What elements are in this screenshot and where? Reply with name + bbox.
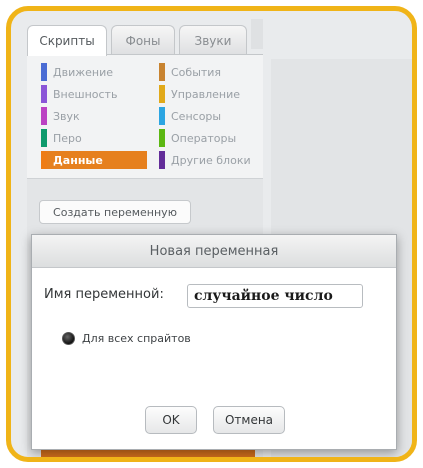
category-sound[interactable]: Звук [41,107,80,125]
radio-label: Для всех спрайтов [82,332,191,345]
ok-button[interactable]: OK [145,406,197,434]
category-label: Звук [53,109,80,123]
variable-name-input[interactable] [187,284,363,308]
window-frame: Скрипты Фоны Звуки Движение Внешность Зв… [6,6,417,462]
category-color-bar [41,85,47,103]
category-color-bar [159,85,165,103]
tab-sounds[interactable]: Звуки [179,25,247,55]
category-color-bar [159,129,165,147]
category-label: Операторы [171,131,237,145]
new-variable-dialog: Новая переменная Имя переменной: Для все… [31,234,397,450]
category-color-bar [41,151,47,169]
category-color-bar [41,129,47,147]
category-label: Сенсоры [171,109,222,123]
category-color-bar [159,151,165,169]
category-color-bar [41,107,47,125]
category-operators[interactable]: Операторы [159,129,236,147]
category-label: События [171,65,222,79]
variable-name-label: Имя переменной: [44,287,164,302]
category-label: Управление [171,87,241,101]
category-label: Данные [53,153,103,167]
for-all-sprites-option[interactable]: Для всех спрайтов [62,332,191,345]
tab-backdrops[interactable]: Фоны [111,25,175,55]
category-label: Другие блоки [171,153,251,167]
category-more-blocks[interactable]: Другие блоки [159,151,251,169]
category-color-bar [159,63,165,81]
category-looks[interactable]: Внешность [41,85,117,103]
create-variable-button[interactable]: Создать переменную [39,200,191,224]
category-control[interactable]: Управление [159,85,240,103]
category-palette: Движение Внешность Звук Перо Данные Собы… [27,55,263,179]
radio-selected-icon[interactable] [62,332,75,345]
category-events[interactable]: События [159,63,221,81]
category-color-bar [41,63,47,81]
tab-scripts[interactable]: Скрипты [27,25,107,56]
category-sensing[interactable]: Сенсоры [159,107,221,125]
category-color-bar [159,107,165,125]
category-label: Движение [53,65,114,79]
category-data[interactable]: Данные [41,151,147,169]
category-motion[interactable]: Движение [41,63,113,81]
category-label: Внешность [53,87,118,101]
category-label: Перо [53,131,82,145]
dialog-title: Новая переменная [32,235,396,268]
cancel-button[interactable]: Отмена [213,406,285,434]
category-pen[interactable]: Перо [41,129,82,147]
panel-divider [251,19,263,49]
